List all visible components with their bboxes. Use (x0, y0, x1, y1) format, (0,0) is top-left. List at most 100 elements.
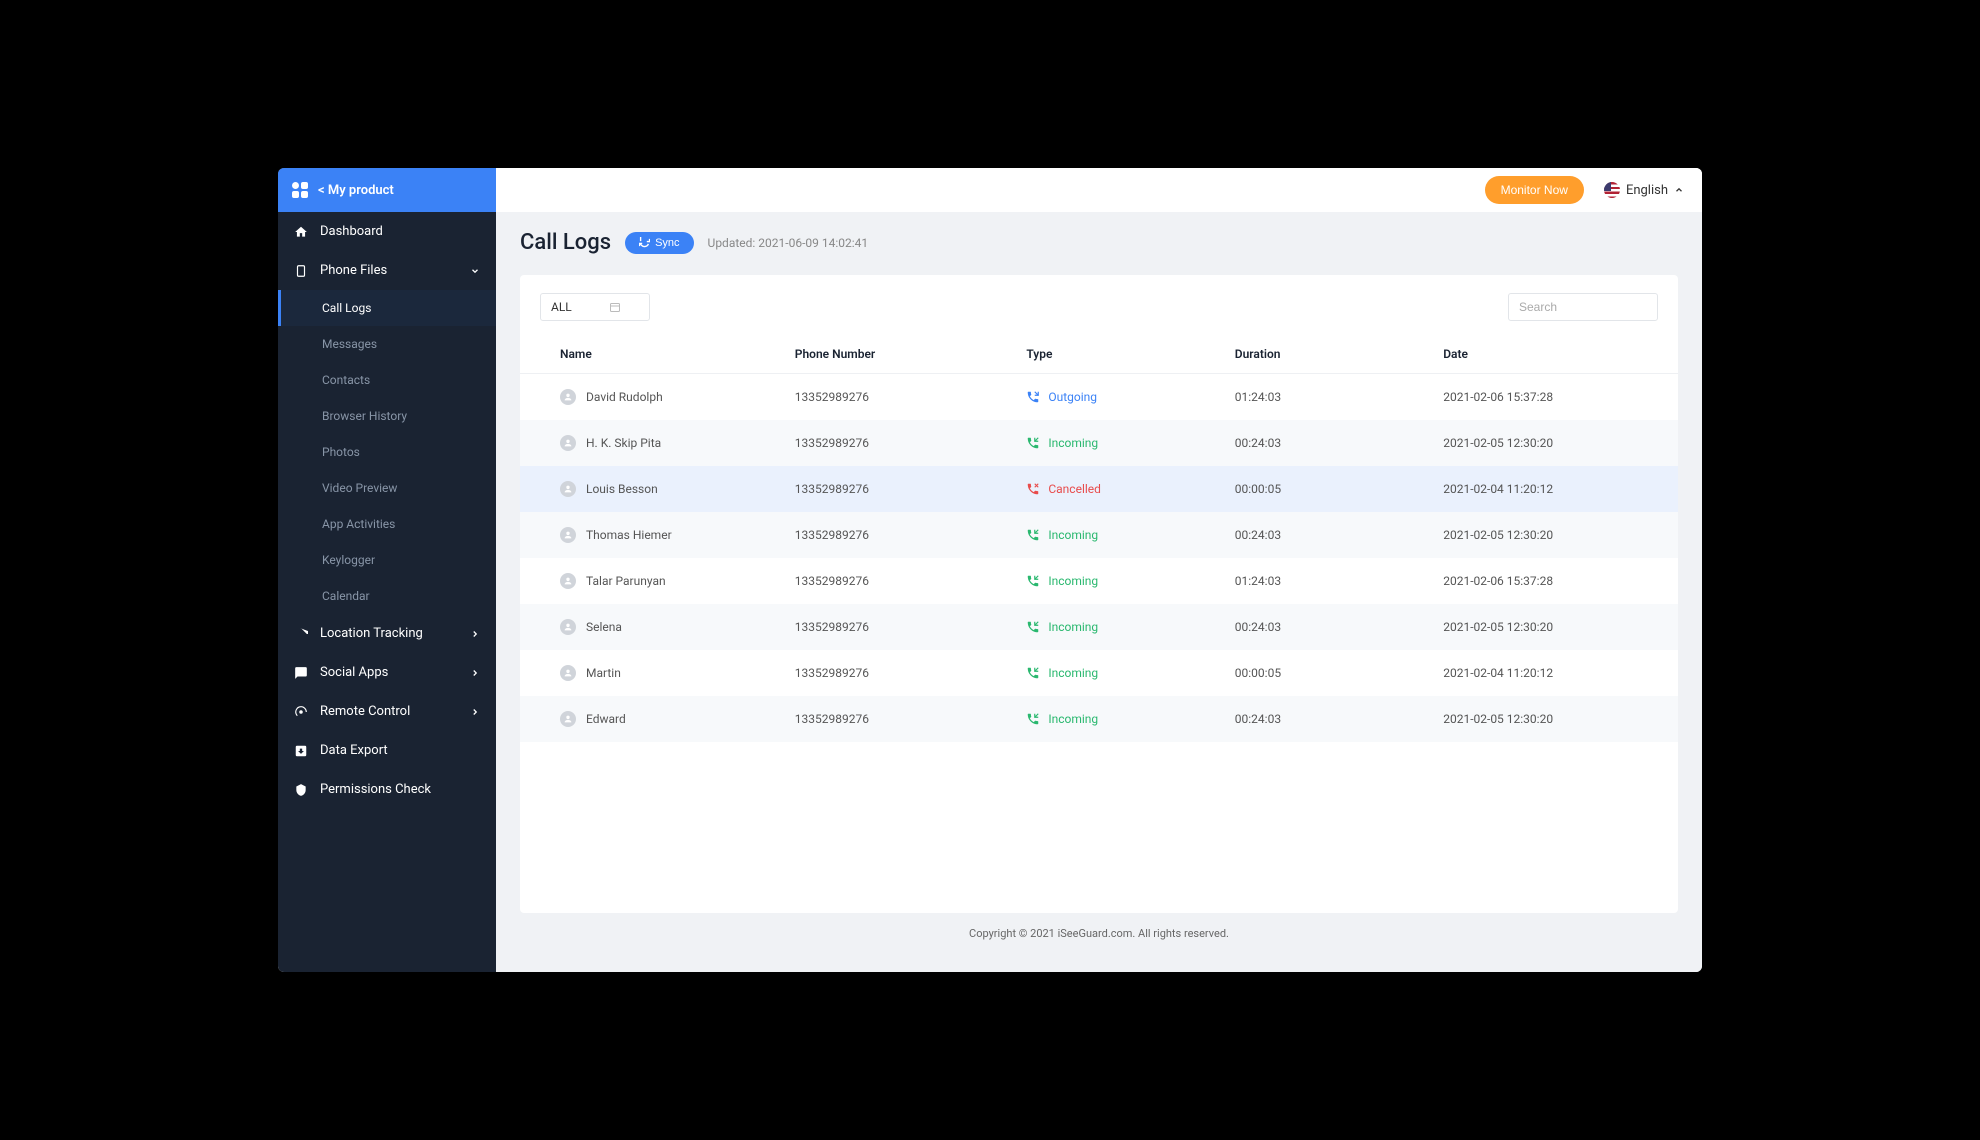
name-cell: Edward (560, 711, 755, 727)
th-name: Name (520, 335, 775, 374)
sidebar-item-label: Location Tracking (320, 626, 423, 641)
sidebar-subitem-video-preview[interactable]: Video Preview (278, 470, 496, 506)
location-icon (294, 627, 308, 641)
name-cell: H. K. Skip Pita (560, 435, 755, 451)
sidebar-subitem-photos[interactable]: Photos (278, 434, 496, 470)
row-name: H. K. Skip Pita (586, 436, 661, 450)
sidebar-header[interactable]: < My product (278, 168, 496, 212)
name-cell: Louis Besson (560, 481, 755, 497)
row-date: 2021-02-06 15:37:28 (1423, 374, 1678, 421)
card-controls: ALL (520, 293, 1678, 335)
name-cell: Thomas Hiemer (560, 527, 755, 543)
call-incoming-icon (1026, 436, 1040, 450)
name-cell: Talar Parunyan (560, 573, 755, 589)
table-row[interactable]: Selena 13352989276 Incoming 00:24:03 202… (520, 604, 1678, 650)
table-body: David Rudolph 13352989276 Outgoing 01:24… (520, 374, 1678, 743)
call-cancelled-icon (1026, 482, 1040, 496)
row-name: Edward (586, 712, 626, 726)
page-header: Call Logs Sync Updated: 2021-06-09 14:02… (520, 230, 1678, 255)
sidebar-item-permissions-check[interactable]: Permissions Check (278, 770, 496, 809)
language-selector[interactable]: English (1604, 182, 1684, 198)
call-incoming-icon (1026, 666, 1040, 680)
table-row[interactable]: H. K. Skip Pita 13352989276 Incoming 00:… (520, 420, 1678, 466)
updated-text: Updated: 2021-06-09 14:02:41 (708, 236, 869, 250)
footer: Copyright © 2021 iSeeGuard.com. All righ… (520, 913, 1678, 954)
row-duration: 00:24:03 (1215, 604, 1423, 650)
sidebar-subitem-call-logs[interactable]: Call Logs (278, 290, 496, 326)
product-label: < My product (318, 183, 394, 198)
sidebar-menu: Dashboard Phone Files Call Logs Messages… (278, 212, 496, 972)
row-name: Talar Parunyan (586, 574, 666, 588)
sidebar-item-remote-control[interactable]: Remote Control (278, 692, 496, 731)
sidebar-subitem-messages[interactable]: Messages (278, 326, 496, 362)
topbar: Monitor Now English (496, 168, 1702, 212)
chevron-right-icon (470, 668, 480, 678)
chevron-down-icon (470, 266, 480, 276)
row-duration: 00:24:03 (1215, 696, 1423, 742)
sidebar-subitem-calendar[interactable]: Calendar (278, 578, 496, 614)
table-row[interactable]: Edward 13352989276 Incoming 00:24:03 202… (520, 696, 1678, 742)
row-type: Incoming (1026, 712, 1194, 726)
main: Monitor Now English Call Logs (496, 168, 1702, 972)
row-type: Cancelled (1026, 482, 1194, 496)
row-date: 2021-02-05 12:30:20 (1423, 512, 1678, 558)
table-row[interactable]: Louis Besson 13352989276 Cancelled 00:00… (520, 466, 1678, 512)
th-date: Date (1423, 335, 1678, 374)
remote-icon (294, 705, 308, 719)
chat-icon (294, 666, 308, 680)
chevron-up-icon (1674, 185, 1684, 195)
avatar-icon (560, 573, 576, 589)
avatar-icon (560, 389, 576, 405)
sidebar-item-social-apps[interactable]: Social Apps (278, 653, 496, 692)
row-type: Outgoing (1026, 390, 1194, 404)
table-row[interactable]: Thomas Hiemer 13352989276 Incoming 00:24… (520, 512, 1678, 558)
row-duration: 00:00:05 (1215, 650, 1423, 696)
table-row[interactable]: Martin 13352989276 Incoming 00:00:05 202… (520, 650, 1678, 696)
sidebar-item-phone-files[interactable]: Phone Files (278, 251, 496, 290)
row-phone: 13352989276 (775, 466, 1007, 512)
avatar-icon (560, 665, 576, 681)
sidebar-item-location-tracking[interactable]: Location Tracking (278, 614, 496, 653)
avatar-icon (560, 527, 576, 543)
sidebar-item-dashboard[interactable]: Dashboard (278, 212, 496, 251)
row-phone: 13352989276 (775, 650, 1007, 696)
sidebar-item-data-export[interactable]: Data Export (278, 731, 496, 770)
sidebar-subitem-browser-history[interactable]: Browser History (278, 398, 496, 434)
sidebar-item-label: Social Apps (320, 665, 388, 680)
filter-select[interactable]: ALL (540, 293, 650, 321)
table-head: Name Phone Number Type Duration Date (520, 335, 1678, 374)
export-icon (294, 744, 308, 758)
table-row[interactable]: Talar Parunyan 13352989276 Incoming 01:2… (520, 558, 1678, 604)
row-date: 2021-02-05 12:30:20 (1423, 604, 1678, 650)
chevron-right-icon (470, 629, 480, 639)
row-duration: 00:00:05 (1215, 466, 1423, 512)
name-cell: Martin (560, 665, 755, 681)
row-phone: 13352989276 (775, 512, 1007, 558)
monitor-now-button[interactable]: Monitor Now (1485, 176, 1584, 204)
row-date: 2021-02-05 12:30:20 (1423, 420, 1678, 466)
row-type: Incoming (1026, 436, 1194, 450)
row-name: Thomas Hiemer (586, 528, 672, 542)
sidebar-subitem-app-activities[interactable]: App Activities (278, 506, 496, 542)
sidebar-item-label: Data Export (320, 743, 388, 758)
sync-button[interactable]: Sync (625, 232, 693, 254)
avatar-icon (560, 711, 576, 727)
sidebar-subitem-contacts[interactable]: Contacts (278, 362, 496, 398)
row-date: 2021-02-05 12:30:20 (1423, 696, 1678, 742)
sidebar: < My product Dashboard Phone Files (278, 168, 496, 972)
page-title: Call Logs (520, 230, 611, 255)
home-icon (294, 225, 308, 239)
sidebar-item-label: Phone Files (320, 263, 387, 278)
sidebar-subitem-keylogger[interactable]: Keylogger (278, 542, 496, 578)
search-input[interactable] (1519, 300, 1674, 314)
row-phone: 13352989276 (775, 558, 1007, 604)
call-incoming-icon (1026, 712, 1040, 726)
flag-us-icon (1604, 182, 1620, 198)
row-name: Louis Besson (586, 482, 658, 496)
search-box[interactable] (1508, 293, 1658, 321)
avatar-icon (560, 619, 576, 635)
shield-icon (294, 783, 308, 797)
table-row[interactable]: David Rudolph 13352989276 Outgoing 01:24… (520, 374, 1678, 421)
refresh-icon (639, 237, 650, 248)
avatar-icon (560, 435, 576, 451)
